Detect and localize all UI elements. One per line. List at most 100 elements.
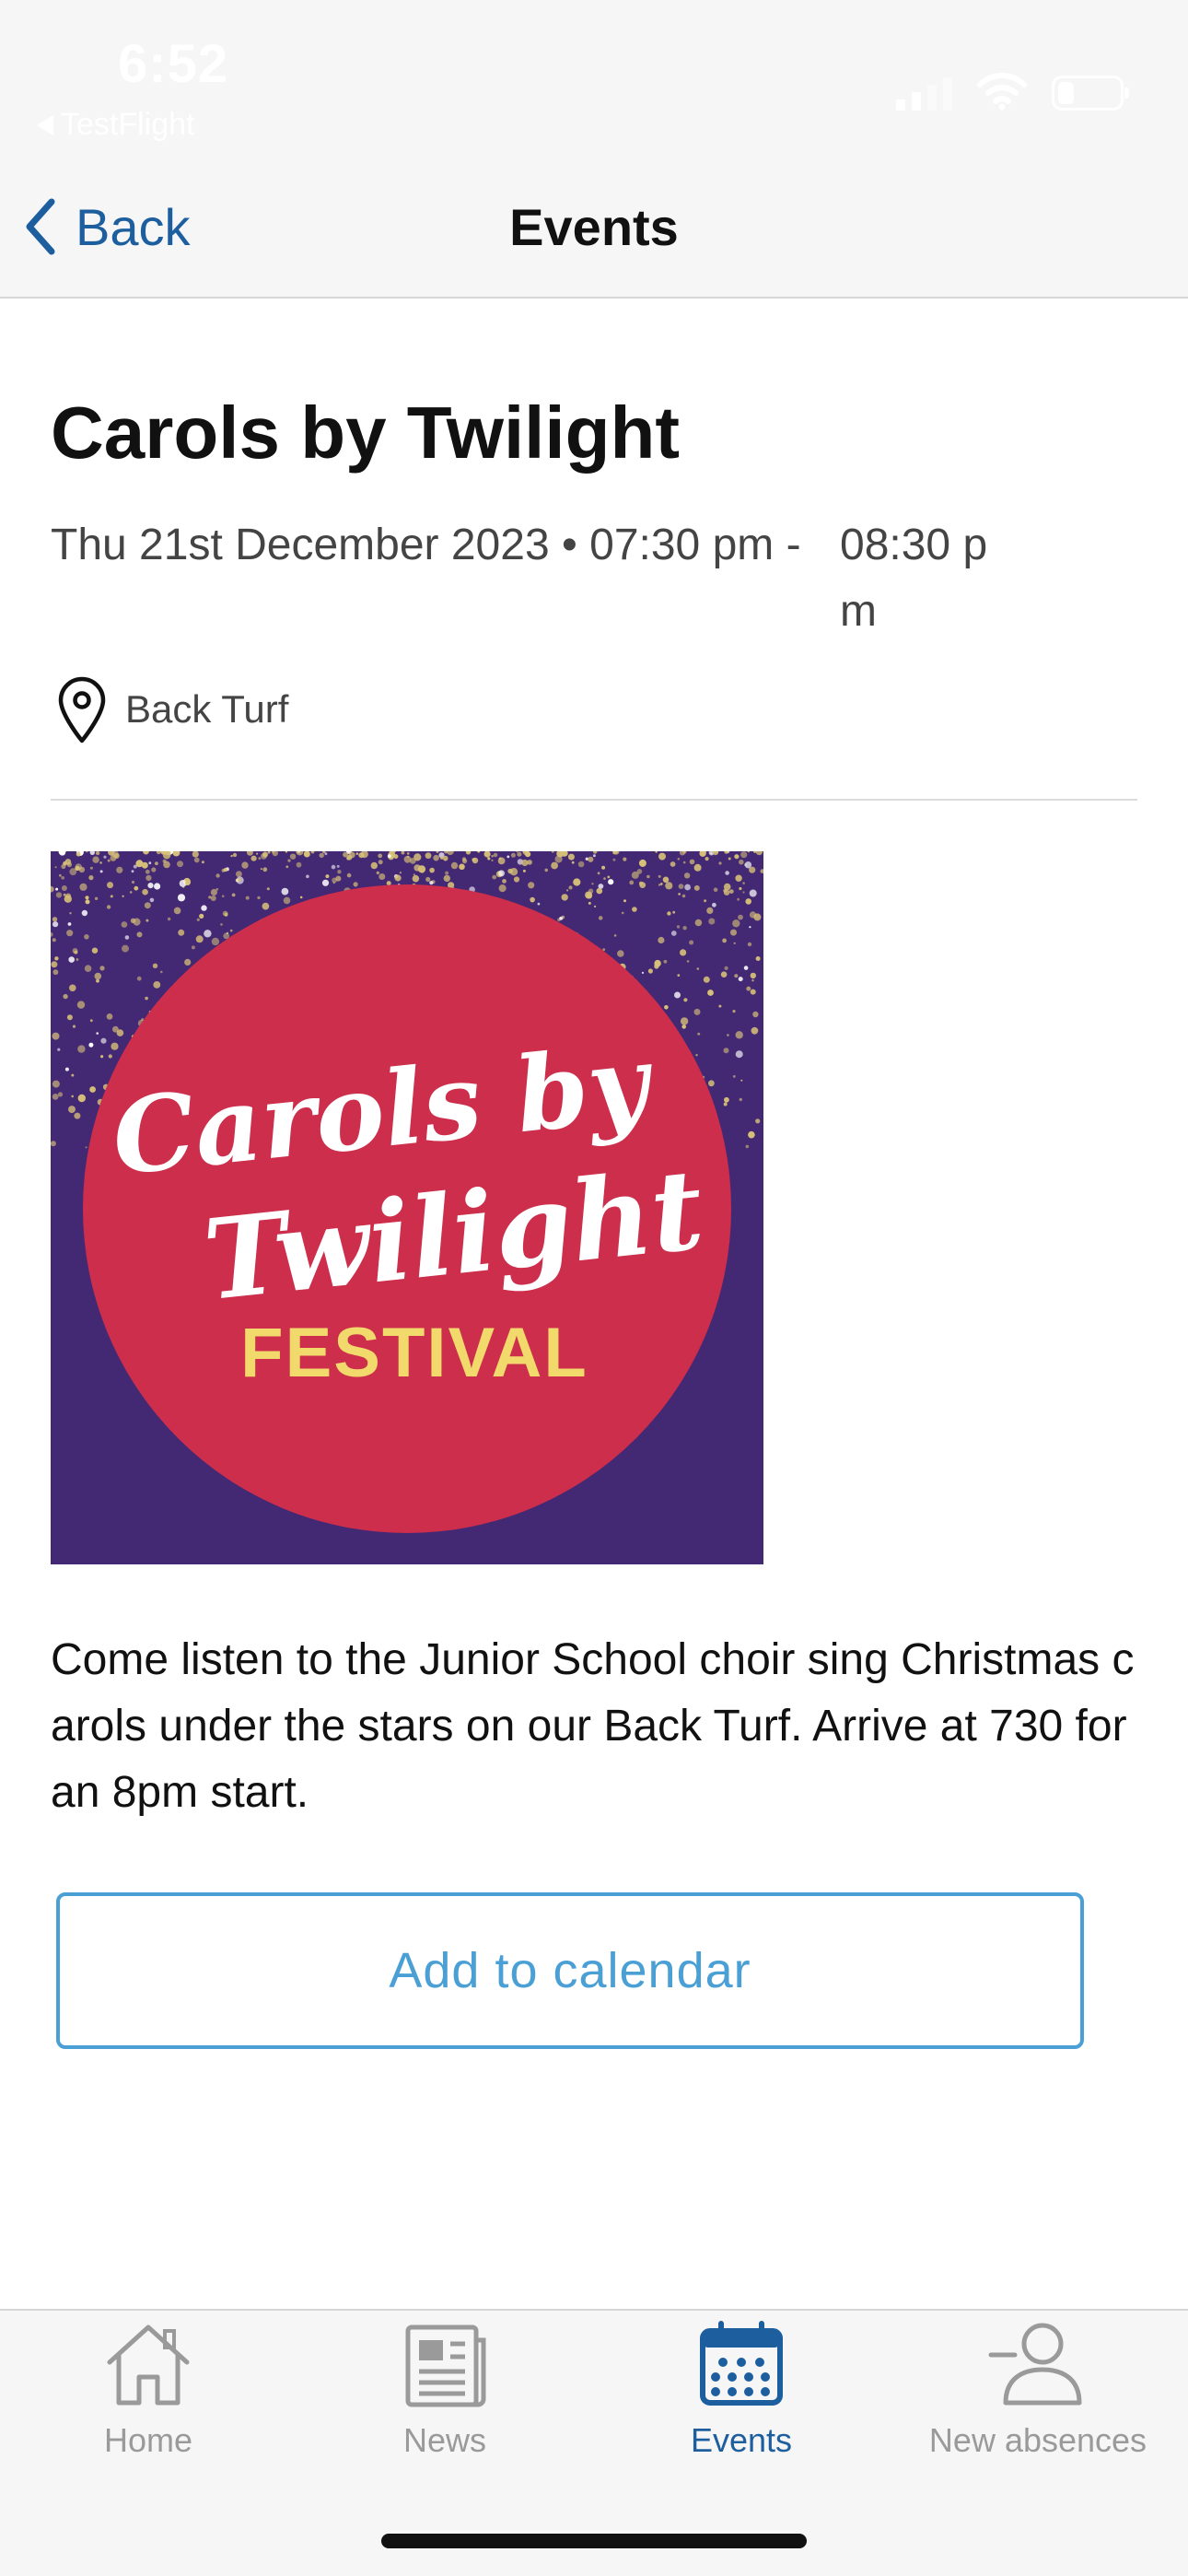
poster-sparkle bbox=[677, 974, 681, 977]
poster-sparkle bbox=[732, 919, 740, 928]
poster-sparkle bbox=[724, 1096, 729, 1103]
poster-sparkle bbox=[57, 1092, 64, 1097]
tab-label: News bbox=[402, 2421, 487, 2459]
poster-sparkle bbox=[283, 896, 291, 905]
poster-sparkle bbox=[51, 961, 58, 968]
poster-sparkle bbox=[346, 872, 352, 878]
poster-sparkle bbox=[260, 868, 262, 871]
poster-sparkle bbox=[472, 858, 475, 861]
poster-sparkle bbox=[266, 887, 270, 891]
poster-sparkle bbox=[413, 853, 422, 861]
poster-sparkle bbox=[151, 867, 157, 872]
poster-sparkle bbox=[76, 1001, 86, 1009]
poster-sparkle bbox=[222, 910, 228, 917]
poster-sparkle bbox=[154, 883, 161, 890]
poster-sparkle bbox=[281, 887, 289, 896]
poster-sparkle bbox=[678, 893, 681, 896]
tab-label: New absences bbox=[928, 2421, 1147, 2459]
poster-sparkle bbox=[718, 861, 722, 865]
house-icon bbox=[107, 2324, 190, 2406]
poster-sparkle bbox=[708, 918, 716, 925]
add-to-calendar-button[interactable]: Add to calendar bbox=[56, 1892, 1084, 2049]
poster-sparkle bbox=[747, 942, 752, 947]
poster-sparkle bbox=[136, 931, 143, 938]
poster-sparkle bbox=[623, 899, 626, 903]
poster-sparkle bbox=[608, 879, 614, 885]
poster-sparkle bbox=[662, 876, 670, 884]
poster-sparkle bbox=[616, 851, 619, 854]
page-title: Events bbox=[509, 198, 679, 256]
poster-sparkle bbox=[129, 891, 133, 894]
poster-sparkle bbox=[739, 886, 742, 891]
poster-sparkle bbox=[201, 905, 207, 911]
poster-sparkle bbox=[68, 956, 75, 963]
tab-events[interactable]: Events bbox=[593, 2320, 890, 2495]
poster-sparkle bbox=[52, 938, 56, 943]
home-indicator bbox=[381, 2534, 807, 2548]
poster-sparkle bbox=[706, 907, 714, 914]
poster-sparkle bbox=[145, 869, 150, 874]
poster-sparkle bbox=[145, 996, 148, 1001]
poster-sparkle bbox=[507, 855, 510, 859]
poster-sparkle bbox=[110, 895, 113, 898]
tab-new-absences[interactable]: New absences bbox=[890, 2320, 1186, 2495]
poster-sparkle bbox=[740, 851, 748, 859]
poster-sparkle bbox=[54, 866, 57, 869]
poster-sparkle bbox=[752, 1011, 759, 1018]
poster-sparkle bbox=[230, 854, 233, 858]
poster-sparkle bbox=[64, 895, 72, 903]
poster-sparkle bbox=[211, 937, 220, 946]
poster-sparkle bbox=[571, 861, 575, 864]
poster-sparkle bbox=[142, 888, 148, 896]
poster-sparkle bbox=[358, 852, 365, 859]
poster-sparkle bbox=[672, 910, 676, 914]
poster-sparkle bbox=[131, 880, 135, 884]
poster-sparkle bbox=[94, 972, 102, 980]
poster-sparkle bbox=[67, 922, 72, 926]
poster-sparkle bbox=[723, 1048, 729, 1054]
poster-sparkle bbox=[670, 861, 676, 867]
poster-sparkle bbox=[386, 881, 391, 886]
poster-sparkle bbox=[723, 888, 728, 893]
poster-sparkle bbox=[517, 851, 522, 857]
poster-sparkle bbox=[256, 852, 259, 855]
poster-sparkle bbox=[629, 880, 635, 885]
poster-sparkle bbox=[113, 852, 120, 859]
poster-sparkle bbox=[232, 852, 238, 858]
poster-sparkle bbox=[289, 853, 297, 860]
poster-sparkle bbox=[237, 877, 241, 882]
event-time-end: 08:30 pm bbox=[840, 521, 988, 636]
poster-sparkle bbox=[708, 1080, 715, 1087]
poster-sparkle bbox=[638, 881, 643, 885]
event-description: Come listen to the Junior School choir s… bbox=[51, 1635, 1135, 1817]
tab-home[interactable]: Home bbox=[0, 2320, 297, 2495]
poster-sparkle bbox=[682, 861, 686, 864]
poster-sparkle bbox=[459, 863, 465, 871]
poster-sparkle bbox=[743, 966, 749, 970]
poster-sparkle bbox=[89, 1019, 93, 1023]
poster-sparkle bbox=[667, 911, 671, 916]
poster-sparkle bbox=[250, 855, 257, 861]
poster-sparkle bbox=[513, 876, 520, 883]
tab-label: Home bbox=[103, 2421, 193, 2459]
poster-sparkle bbox=[601, 865, 606, 870]
poster-sparkle bbox=[221, 895, 225, 897]
poster-sparkle bbox=[335, 875, 342, 882]
poster-sparkle bbox=[413, 864, 421, 872]
return-to-app-link[interactable]: TestFlight bbox=[37, 107, 195, 143]
poster-sparkle bbox=[693, 884, 700, 891]
battery-icon bbox=[1052, 76, 1129, 111]
poster-sparkle bbox=[749, 889, 757, 897]
poster-sparkle bbox=[613, 934, 617, 937]
poster-sparkle bbox=[425, 852, 432, 860]
poster-sparkle bbox=[561, 894, 568, 901]
poster-sparkle bbox=[91, 947, 99, 954]
poster-sparkle bbox=[178, 929, 185, 936]
poster-sparkle bbox=[63, 993, 68, 1000]
poster-sparkle bbox=[96, 1032, 99, 1035]
poster-sparkle bbox=[321, 879, 330, 886]
tab-label: Events bbox=[690, 2421, 793, 2459]
poster-sparkle bbox=[573, 878, 581, 886]
poster-sparkle bbox=[152, 963, 158, 968]
tab-news[interactable]: News bbox=[297, 2320, 593, 2495]
